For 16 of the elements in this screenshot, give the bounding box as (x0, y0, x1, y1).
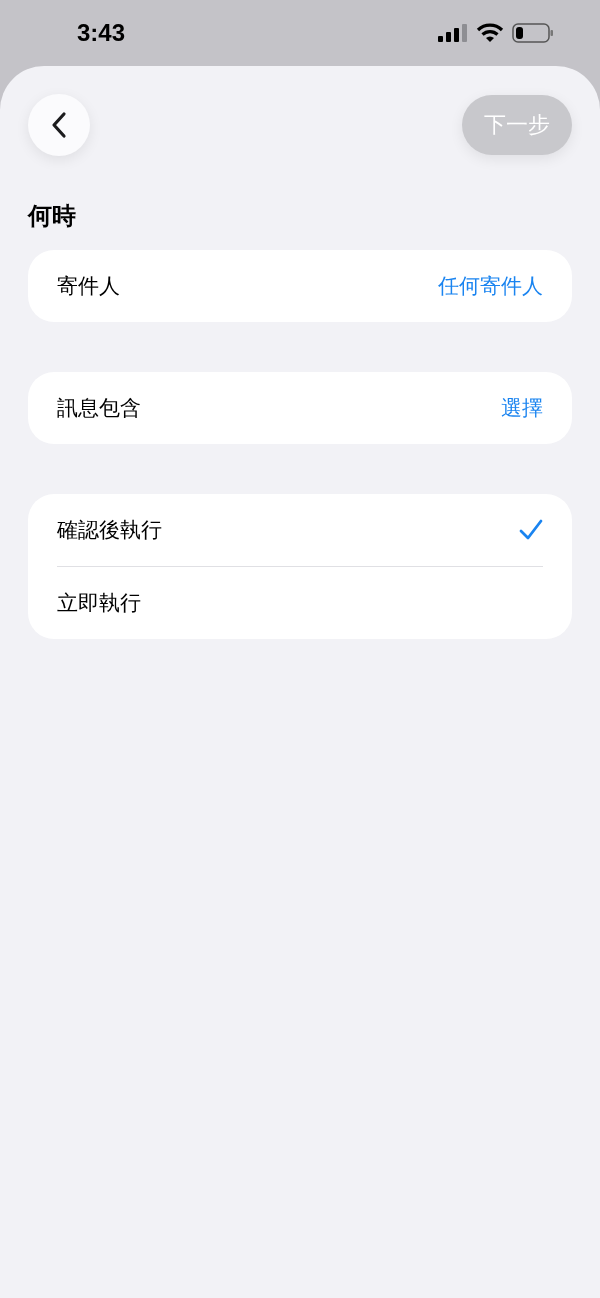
option-row[interactable]: 確認後執行 (28, 494, 572, 566)
condition-row[interactable]: 訊息包含 選擇 (28, 372, 572, 444)
battery-icon (512, 23, 554, 43)
chevron-left-icon (51, 111, 67, 139)
status-time: 3:43 (77, 19, 126, 47)
wifi-icon (476, 23, 504, 43)
row-value[interactable]: 任何寄件人 (438, 272, 543, 300)
row-value[interactable]: 選擇 (501, 394, 543, 422)
option-label: 立即執行 (57, 590, 141, 616)
option-row[interactable]: 立即執行 (28, 567, 572, 639)
option-label: 確認後執行 (57, 517, 162, 543)
row-label: 訊息包含 (57, 395, 141, 421)
signal-icon (438, 23, 468, 43)
section-title: 何時 (28, 201, 77, 231)
condition-row[interactable]: 寄件人 任何寄件人 (28, 250, 572, 322)
row-label: 寄件人 (57, 273, 120, 299)
